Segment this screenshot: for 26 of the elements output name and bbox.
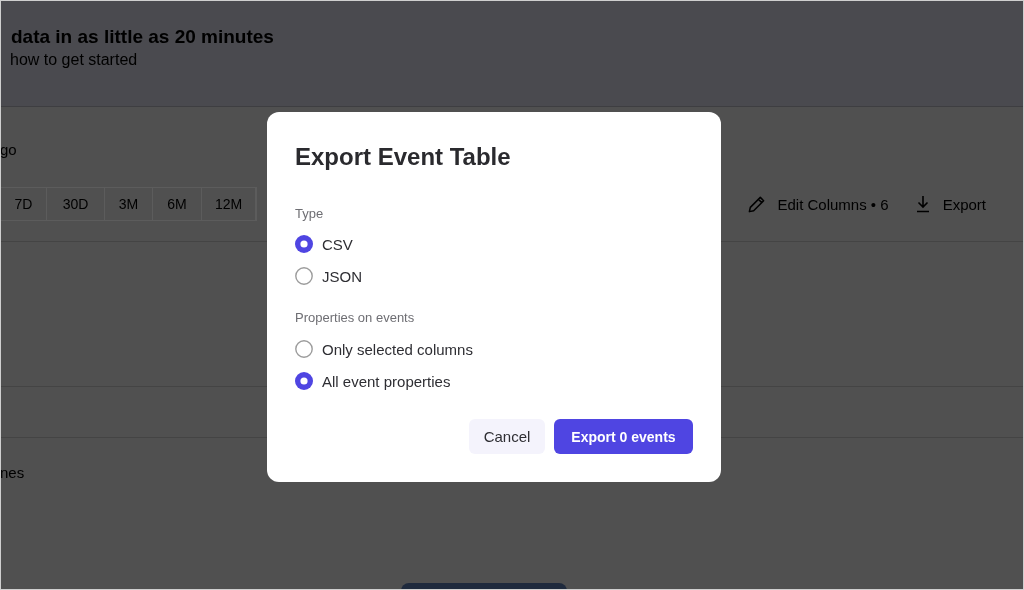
time-range-button[interactable]: 12M <box>202 188 256 220</box>
time-range-button[interactable]: 6M <box>153 188 202 220</box>
radio-selected-icon[interactable] <box>295 372 313 390</box>
radio-option[interactable]: CSV <box>295 228 353 260</box>
radio-option[interactable]: Only selected columns <box>295 333 473 365</box>
time-range-button[interactable]: 30D <box>47 188 105 220</box>
radio-icon[interactable] <box>295 340 313 358</box>
edit-columns-button[interactable]: Edit Columns • 6 <box>746 190 889 218</box>
radio-option[interactable]: All event properties <box>295 365 451 397</box>
download-icon <box>914 195 931 213</box>
export-events-button[interactable]: Export 0 events <box>554 419 693 454</box>
pencil-icon <box>746 194 766 214</box>
section-label: nes <box>1 464 25 482</box>
date-caption: go <box>1 141 17 159</box>
group-label: Type <box>295 207 324 221</box>
radio-icon[interactable] <box>295 267 313 285</box>
banner-title: data in as little as 20 minutes <box>11 26 274 48</box>
export-button[interactable]: Export <box>914 191 986 217</box>
time-range-button[interactable]: 3M <box>105 188 153 220</box>
radio-option[interactable]: JSON <box>295 260 362 292</box>
radio-selected-icon[interactable] <box>295 235 313 253</box>
banner-subtitle: how to get started <box>10 50 138 70</box>
time-range-button[interactable]: 7D <box>1 188 47 220</box>
cancel-button[interactable]: Cancel <box>469 419 545 454</box>
dialog-title: Export Event Table <box>295 142 511 172</box>
group-label: Properties on events <box>295 311 415 325</box>
